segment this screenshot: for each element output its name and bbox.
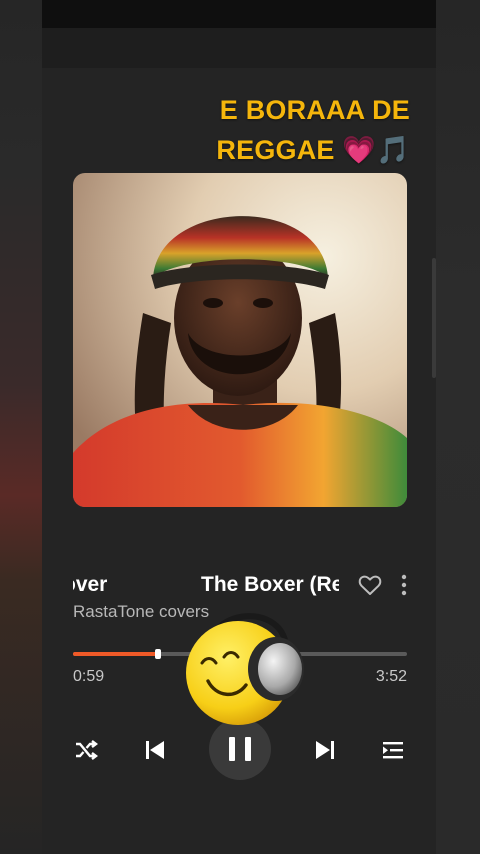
smiley-headphones-icon <box>186 613 304 725</box>
skip-previous-icon <box>146 741 164 759</box>
smiley-headphones-sticker <box>180 605 310 725</box>
caption-line-2-text: REGGAE <box>216 135 335 165</box>
more-vertical-icon <box>401 574 407 596</box>
total-time: 3:52 <box>375 668 407 685</box>
skip-next-icon <box>316 741 334 759</box>
more-options-button[interactable] <box>391 572 417 598</box>
queue-icon <box>383 742 403 759</box>
pause-button[interactable] <box>209 718 271 780</box>
progress-fill <box>73 652 158 656</box>
shuffle-icon <box>76 740 98 760</box>
album-art <box>73 173 407 507</box>
shuffle-button[interactable] <box>69 733 103 767</box>
queue-button[interactable] <box>376 733 410 767</box>
album-cover-image <box>73 173 407 507</box>
elapsed-time: 0:59 <box>73 668 105 685</box>
caption-line-1: E BORAAA DE <box>219 95 410 125</box>
song-title-row: over The Boxer (Re <box>73 570 407 600</box>
song-title: The Boxer (Re <box>201 573 339 596</box>
progress-thumb[interactable] <box>155 649 161 659</box>
song-title-tail: over <box>73 573 108 596</box>
music-player-screen: E BORAAA DE REGGAE 💗🎵 over The Boxer (Re… <box>0 0 480 854</box>
like-button[interactable] <box>357 572 383 598</box>
top-strip <box>42 28 436 68</box>
caption-line-2: REGGAE 💗🎵 <box>150 130 410 170</box>
heart-emoji: 💗 <box>342 135 377 165</box>
overlay-caption: E BORAAA DE REGGAE 💗🎵 <box>150 90 410 170</box>
scroll-indicator[interactable] <box>432 258 436 378</box>
heart-outline-icon <box>358 575 382 595</box>
previous-button[interactable] <box>138 733 172 767</box>
status-bar <box>42 0 436 28</box>
blurred-background-right <box>436 0 480 854</box>
next-button[interactable] <box>308 733 342 767</box>
pause-icon <box>229 737 251 761</box>
song-title-marquee[interactable]: over The Boxer (Re <box>73 570 339 600</box>
blurred-background-left <box>0 0 42 854</box>
music-note-emoji: 🎵 <box>376 135 410 165</box>
